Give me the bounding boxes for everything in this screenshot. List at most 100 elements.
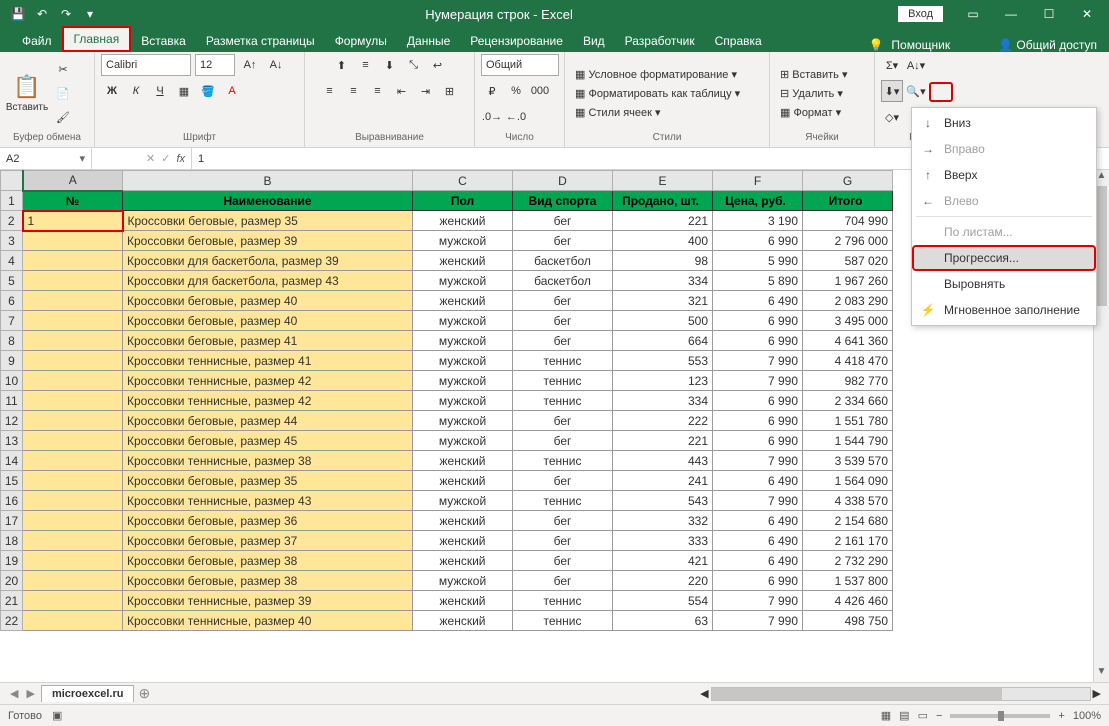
cell[interactable]: 334 [613, 391, 713, 411]
sheet-nav-next-icon[interactable]: ▶ [24, 687, 36, 700]
cell[interactable]: 498 750 [803, 611, 893, 631]
cell[interactable] [23, 531, 123, 551]
cell[interactable] [23, 271, 123, 291]
cell[interactable]: бег [513, 311, 613, 331]
ribbon-options-icon[interactable]: ▭ [955, 2, 991, 26]
align-top-icon[interactable]: ⬆ [331, 54, 353, 76]
maximize-icon[interactable]: ☐ [1031, 2, 1067, 26]
cell[interactable]: 221 [613, 431, 713, 451]
cell[interactable]: 7 990 [713, 371, 803, 391]
font-name-combo[interactable]: Calibri [101, 54, 191, 76]
cell[interactable]: теннис [513, 611, 613, 631]
italic-icon[interactable]: К [125, 80, 147, 102]
zoom-level[interactable]: 100% [1073, 710, 1101, 722]
row-header[interactable]: 21 [1, 591, 23, 611]
row-header[interactable]: 15 [1, 471, 23, 491]
name-box[interactable]: A2▾ [0, 148, 92, 169]
cell[interactable]: 554 [613, 591, 713, 611]
cell[interactable]: баскетбол [513, 251, 613, 271]
table-header-cell[interactable]: Наименование [123, 191, 413, 211]
cell[interactable]: 7 990 [713, 451, 803, 471]
cell[interactable] [23, 251, 123, 271]
wrap-text-icon[interactable]: ↩ [427, 54, 449, 76]
cell[interactable]: 221 [613, 211, 713, 231]
scroll-thumb[interactable] [1096, 186, 1107, 306]
cell[interactable]: 664 [613, 331, 713, 351]
cell[interactable]: Кроссовки для баскетбола, размер 39 [123, 251, 413, 271]
save-icon[interactable]: 💾 [8, 4, 28, 24]
cell[interactable]: Кроссовки беговые, размер 38 [123, 571, 413, 591]
cell[interactable]: баскетбол [513, 271, 613, 291]
cell[interactable]: 333 [613, 531, 713, 551]
table-header-cell[interactable]: Продано, шт. [613, 191, 713, 211]
fill-flash-item[interactable]: ⚡Мгновенное заполнение [912, 297, 1096, 323]
cell[interactable]: Кроссовки беговые, размер 38 [123, 551, 413, 571]
cell[interactable]: мужской [413, 391, 513, 411]
cell[interactable]: женский [413, 591, 513, 611]
cell[interactable]: 5 890 [713, 271, 803, 291]
cut-icon[interactable]: ✂ [52, 58, 74, 80]
font-color-icon[interactable]: A [221, 80, 243, 102]
qat-more-icon[interactable]: ▾ [80, 4, 100, 24]
cell[interactable]: 1 [23, 211, 123, 231]
clear-icon[interactable]: ◇▾ [881, 106, 903, 128]
cell[interactable]: мужской [413, 231, 513, 251]
cell[interactable]: 6 490 [713, 291, 803, 311]
cell[interactable]: 421 [613, 551, 713, 571]
cell[interactable]: 98 [613, 251, 713, 271]
row-header[interactable]: 3 [1, 231, 23, 251]
tab-formulas[interactable]: Формулы [325, 30, 397, 52]
cell[interactable]: 2 154 680 [803, 511, 893, 531]
close-icon[interactable]: ✕ [1069, 2, 1105, 26]
percent-icon[interactable]: % [505, 80, 527, 102]
select-all-corner[interactable] [1, 171, 23, 191]
row-header[interactable]: 18 [1, 531, 23, 551]
number-format-combo[interactable]: Общий [481, 54, 559, 76]
cell[interactable]: 982 770 [803, 371, 893, 391]
cell[interactable]: женский [413, 291, 513, 311]
tab-home[interactable]: Главная [62, 26, 132, 52]
row-header[interactable]: 19 [1, 551, 23, 571]
table-header-cell[interactable]: Пол [413, 191, 513, 211]
col-header-B[interactable]: B [123, 171, 413, 191]
orientation-icon[interactable]: ⤡ [403, 54, 425, 76]
cell[interactable]: 2 334 660 [803, 391, 893, 411]
find-icon[interactable]: 🔍▾ [905, 80, 927, 102]
row-header[interactable]: 12 [1, 411, 23, 431]
cell[interactable]: 222 [613, 411, 713, 431]
cell[interactable]: Кроссовки беговые, размер 35 [123, 211, 413, 231]
signin-button[interactable]: Вход [898, 6, 943, 22]
cell[interactable]: 1 967 260 [803, 271, 893, 291]
cell[interactable]: 6 990 [713, 391, 803, 411]
cell[interactable]: мужской [413, 491, 513, 511]
cell[interactable]: 6 990 [713, 231, 803, 251]
cell[interactable]: Кроссовки беговые, размер 40 [123, 291, 413, 311]
minimize-icon[interactable]: — [993, 2, 1029, 26]
row-header[interactable]: 8 [1, 331, 23, 351]
hscroll-right-icon[interactable]: ▶ [1093, 687, 1101, 700]
bold-icon[interactable]: Ж [101, 80, 123, 102]
col-header-E[interactable]: E [613, 171, 713, 191]
cell[interactable]: 241 [613, 471, 713, 491]
cell[interactable]: 2 083 290 [803, 291, 893, 311]
table-header-cell[interactable]: Итого [803, 191, 893, 211]
macro-record-icon[interactable]: ▣ [52, 709, 62, 722]
cancel-formula-icon[interactable]: ✕ [146, 152, 155, 165]
cell[interactable]: женский [413, 611, 513, 631]
cell[interactable]: Кроссовки беговые, размер 41 [123, 331, 413, 351]
cell[interactable]: теннис [513, 591, 613, 611]
hscroll-left-icon[interactable]: ◀ [700, 687, 708, 700]
cell[interactable]: 4 418 470 [803, 351, 893, 371]
view-break-icon[interactable]: ▭ [918, 709, 928, 722]
cell[interactable]: Кроссовки беговые, размер 35 [123, 471, 413, 491]
cell[interactable]: мужской [413, 331, 513, 351]
cell[interactable]: 63 [613, 611, 713, 631]
cell[interactable]: 334 [613, 271, 713, 291]
fill-color-icon[interactable]: 🪣 [197, 80, 219, 102]
row-header[interactable]: 11 [1, 391, 23, 411]
cell[interactable] [23, 471, 123, 491]
font-size-combo[interactable]: 12 [195, 54, 235, 76]
zoom-slider[interactable] [950, 714, 1050, 718]
horizontal-scrollbar[interactable]: ◀ ▶ [700, 687, 1101, 701]
row-header[interactable]: 17 [1, 511, 23, 531]
